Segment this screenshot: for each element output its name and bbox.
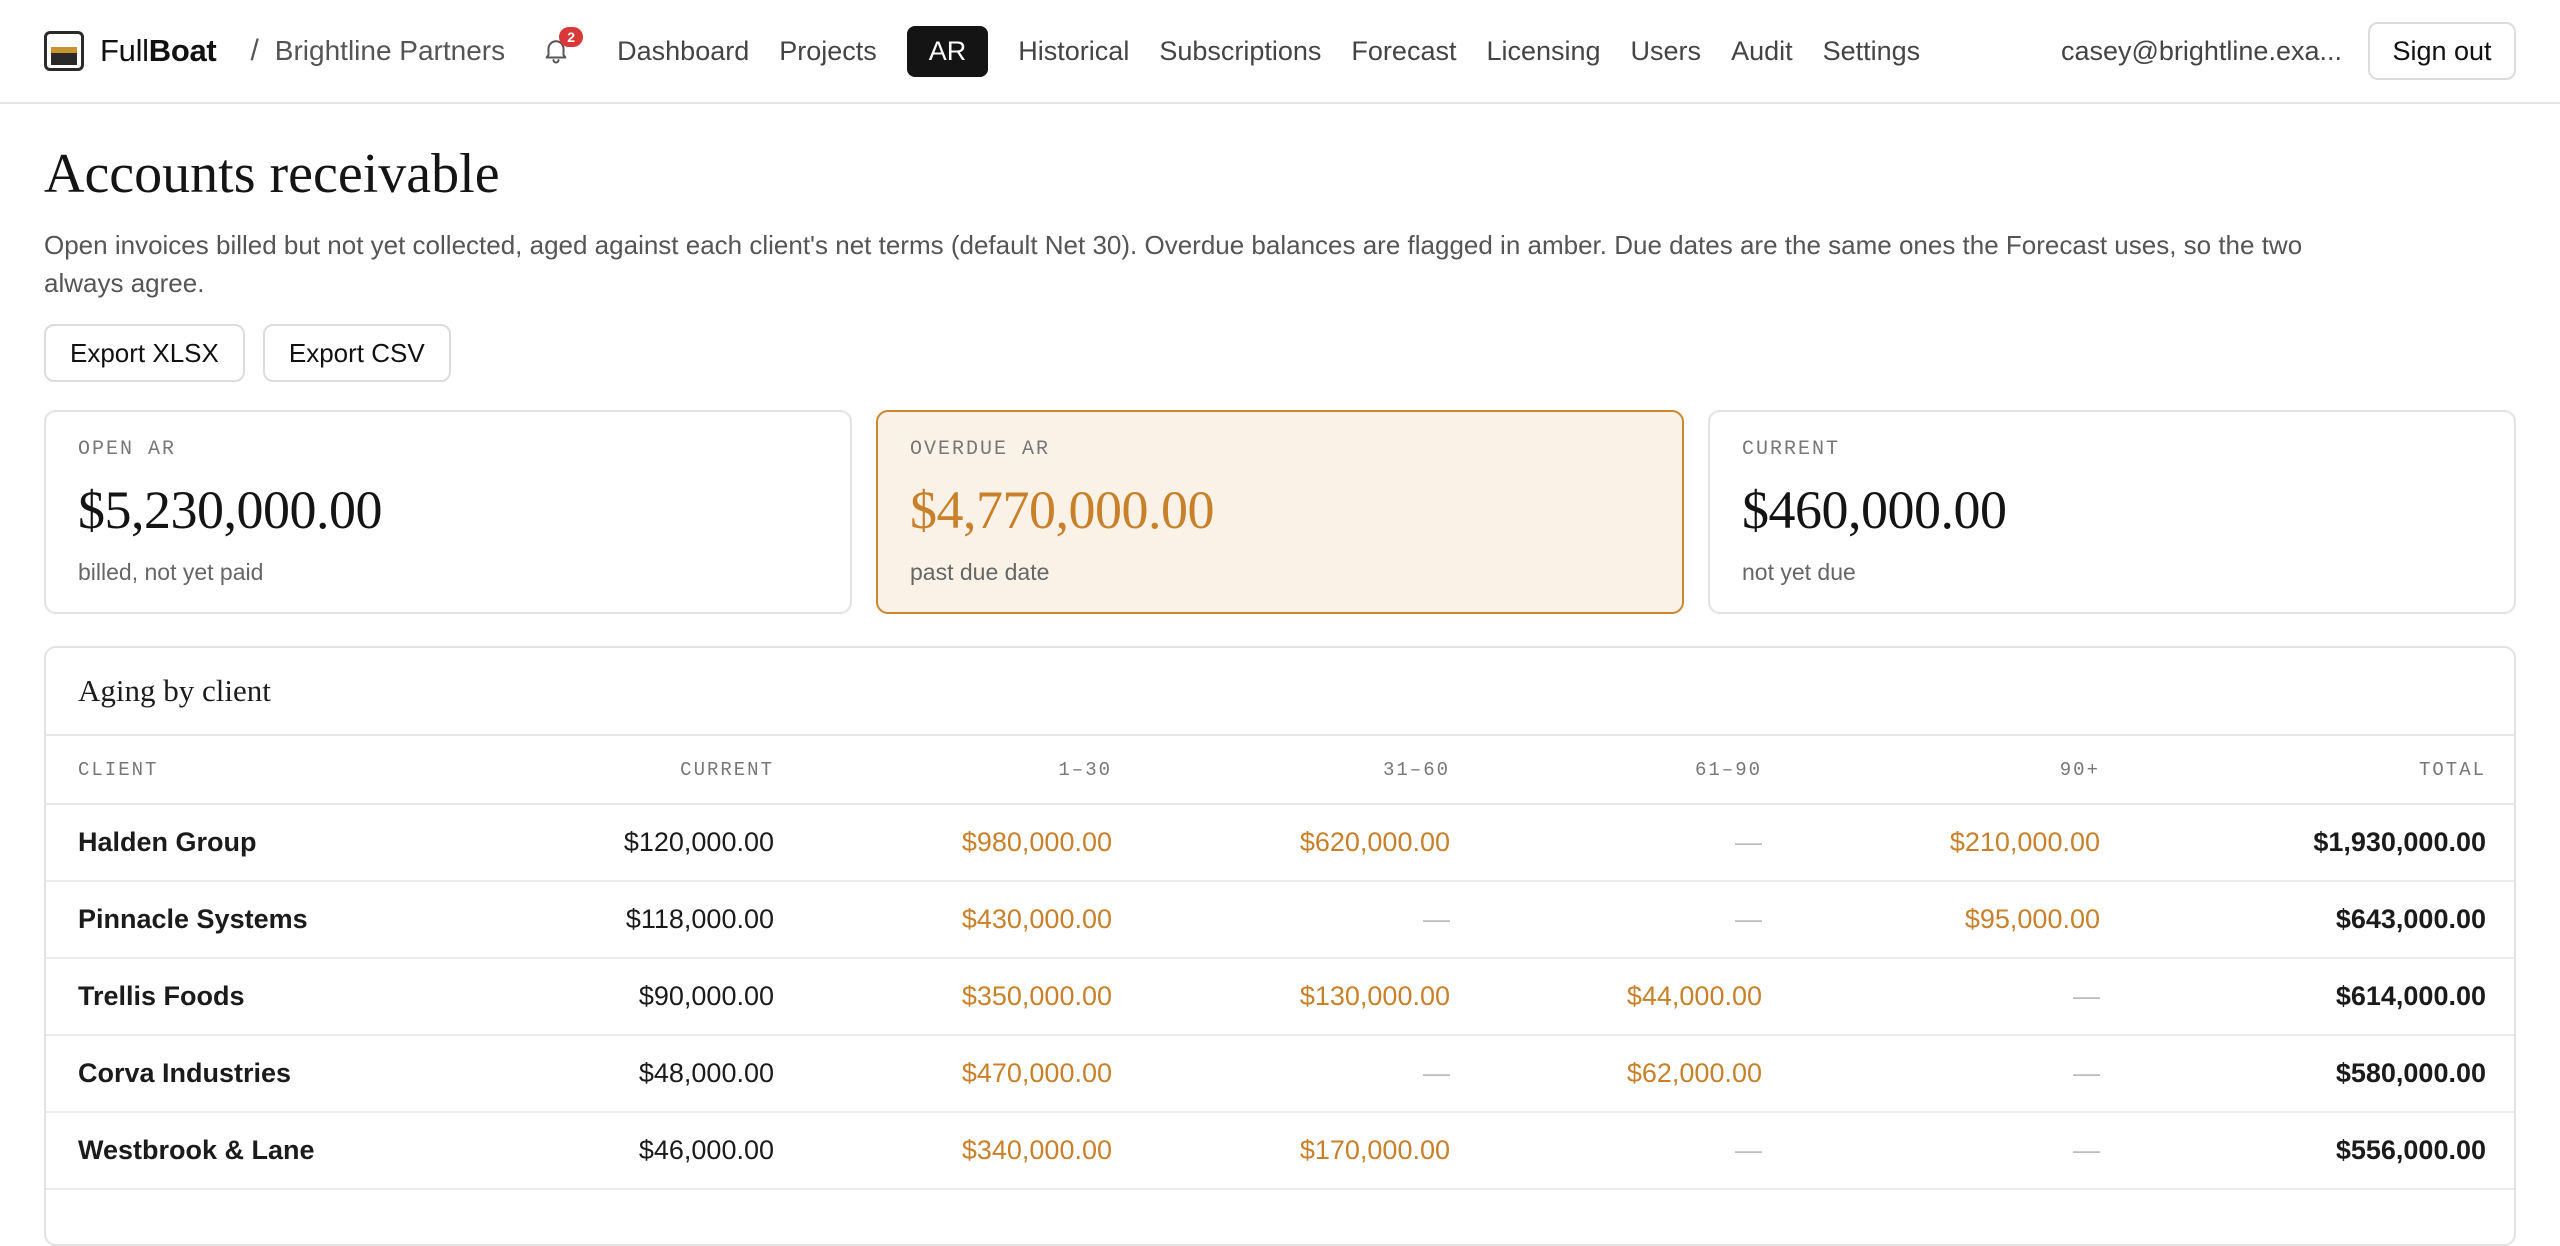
col-header-current[interactable]: CURRENT bbox=[406, 736, 806, 805]
nav-historical[interactable]: Historical bbox=[1004, 26, 1143, 77]
main-nav: Dashboard Projects AR Historical Subscri… bbox=[603, 25, 1936, 77]
nav-settings[interactable]: Settings bbox=[1809, 26, 1935, 77]
breadcrumb-separator: / bbox=[250, 34, 259, 67]
cell-current: $90,000.00 bbox=[406, 958, 806, 1036]
nav-ar[interactable]: AR bbox=[906, 25, 989, 77]
cell-1-30: $980,000.00 bbox=[806, 804, 1144, 882]
nav-users[interactable]: Users bbox=[1617, 26, 1716, 77]
table-row[interactable]: Trellis Foods $90,000.00 $350,000.00 $13… bbox=[46, 958, 2514, 1036]
user-email: casey@brightline.exa... bbox=[2060, 35, 2342, 66]
cell-total: $643,000.00 bbox=[2132, 881, 2514, 959]
kpi-label: OPEN AR bbox=[78, 438, 177, 461]
client-name: Pinnacle Systems bbox=[46, 881, 406, 959]
notification-count-badge: 2 bbox=[559, 27, 584, 47]
kpi-open-ar: OPEN AR $5,230,000.00 billed, not yet pa… bbox=[44, 410, 852, 614]
top-bar: FullBoat / Brightline Partners 2 Dashboa… bbox=[0, 0, 2560, 104]
col-header-61-90[interactable]: 61–90 bbox=[1482, 736, 1794, 805]
nav-dashboard[interactable]: Dashboard bbox=[603, 26, 763, 77]
aging-panel: Aging by client CLIENT CURRENT 1–30 31–6… bbox=[44, 646, 2516, 1246]
cell-current: $120,000.00 bbox=[406, 804, 806, 882]
nav-audit[interactable]: Audit bbox=[1717, 26, 1807, 77]
nav-subscriptions[interactable]: Subscriptions bbox=[1145, 26, 1335, 77]
cell-90-plus: $210,000.00 bbox=[1794, 804, 2132, 882]
kpi-label: OVERDUE AR bbox=[910, 438, 1051, 461]
brand-name: FullBoat bbox=[100, 33, 217, 68]
logo[interactable]: FullBoat bbox=[44, 31, 217, 71]
kpi-label: CURRENT bbox=[1742, 438, 1841, 461]
kpi-value: $5,230,000.00 bbox=[78, 480, 383, 540]
kpi-current: CURRENT $460,000.00 not yet due bbox=[1708, 410, 2516, 614]
kpi-subtext: not yet due bbox=[1742, 559, 1856, 585]
nav-projects[interactable]: Projects bbox=[765, 26, 891, 77]
cell-31-60: — bbox=[1144, 1035, 1482, 1113]
cell-1-30: $350,000.00 bbox=[806, 958, 1144, 1036]
notifications-button[interactable]: 2 bbox=[541, 27, 584, 67]
export-csv-button[interactable]: Export CSV bbox=[262, 324, 451, 382]
col-header-1-30[interactable]: 1–30 bbox=[806, 736, 1144, 805]
page-description: Open invoices billed but not yet collect… bbox=[44, 230, 2303, 298]
kpi-subtext: billed, not yet paid bbox=[78, 559, 264, 585]
kpi-subtext: past due date bbox=[910, 559, 1050, 585]
cell-total: $1,930,000.00 bbox=[2132, 804, 2514, 882]
cell-31-60: $130,000.00 bbox=[1144, 958, 1482, 1036]
cell-1-30: $340,000.00 bbox=[806, 1112, 1144, 1190]
cell-total: $556,000.00 bbox=[2132, 1112, 2514, 1190]
aging-header-row: CLIENT CURRENT 1–30 31–60 61–90 90+ TOTA… bbox=[46, 736, 2514, 805]
cell-61-90: — bbox=[1482, 881, 1794, 959]
export-actions: Export XLSX Export CSV bbox=[44, 324, 469, 382]
cell-31-60: $620,000.00 bbox=[1144, 804, 1482, 882]
table-row[interactable]: Halden Group $120,000.00 $980,000.00 $62… bbox=[46, 804, 2514, 882]
col-header-client[interactable]: CLIENT bbox=[46, 736, 406, 805]
client-name: Corva Industries bbox=[46, 1035, 406, 1113]
cell-90-plus: — bbox=[1794, 1035, 2132, 1113]
cell-1-30: $430,000.00 bbox=[806, 881, 1144, 959]
col-header-31-60[interactable]: 31–60 bbox=[1144, 736, 1482, 805]
cell-total: $614,000.00 bbox=[2132, 958, 2514, 1036]
cell-total: $580,000.00 bbox=[2132, 1035, 2514, 1113]
page-title: Accounts receivable bbox=[44, 143, 500, 205]
client-name: Trellis Foods bbox=[46, 958, 406, 1036]
cell-current: $118,000.00 bbox=[406, 881, 806, 959]
nav-licensing[interactable]: Licensing bbox=[1472, 26, 1614, 77]
client-name: Westbrook & Lane bbox=[46, 1112, 406, 1190]
cell-current: $48,000.00 bbox=[406, 1035, 806, 1113]
cell-31-60: $170,000.00 bbox=[1144, 1112, 1482, 1190]
kpi-value: $4,770,000.00 bbox=[910, 480, 1215, 540]
client-name: Halden Group bbox=[46, 804, 406, 882]
kpi-overdue-ar: OVERDUE AR $4,770,000.00 past due date bbox=[876, 410, 1684, 614]
table-row[interactable]: Corva Industries $48,000.00 $470,000.00 … bbox=[46, 1035, 2514, 1113]
cell-current: $46,000.00 bbox=[406, 1112, 806, 1190]
col-header-90-plus[interactable]: 90+ bbox=[1794, 736, 2132, 805]
cell-61-90: $62,000.00 bbox=[1482, 1035, 1794, 1113]
aging-table: CLIENT CURRENT 1–30 31–60 61–90 90+ TOTA… bbox=[46, 736, 2514, 1190]
fullboat-logo-icon bbox=[44, 31, 84, 71]
cell-61-90: — bbox=[1482, 804, 1794, 882]
cell-31-60: — bbox=[1144, 881, 1482, 959]
breadcrumb-org[interactable]: Brightline Partners bbox=[275, 35, 505, 67]
aging-title: Aging by client bbox=[46, 648, 2514, 736]
cell-61-90: — bbox=[1482, 1112, 1794, 1190]
col-header-total[interactable]: TOTAL bbox=[2132, 736, 2514, 805]
sign-out-button[interactable]: Sign out bbox=[2368, 22, 2516, 80]
nav-forecast[interactable]: Forecast bbox=[1337, 26, 1470, 77]
cell-61-90: $44,000.00 bbox=[1482, 958, 1794, 1036]
cell-90-plus: — bbox=[1794, 958, 2132, 1036]
kpi-value: $460,000.00 bbox=[1742, 480, 2007, 540]
cell-1-30: $470,000.00 bbox=[806, 1035, 1144, 1113]
export-xlsx-button[interactable]: Export XLSX bbox=[44, 324, 245, 382]
table-row[interactable]: Westbrook & Lane $46,000.00 $340,000.00 … bbox=[46, 1112, 2514, 1190]
cell-90-plus: — bbox=[1794, 1112, 2132, 1190]
cell-90-plus: $95,000.00 bbox=[1794, 881, 2132, 959]
table-row[interactable]: Pinnacle Systems $118,000.00 $430,000.00… bbox=[46, 881, 2514, 959]
